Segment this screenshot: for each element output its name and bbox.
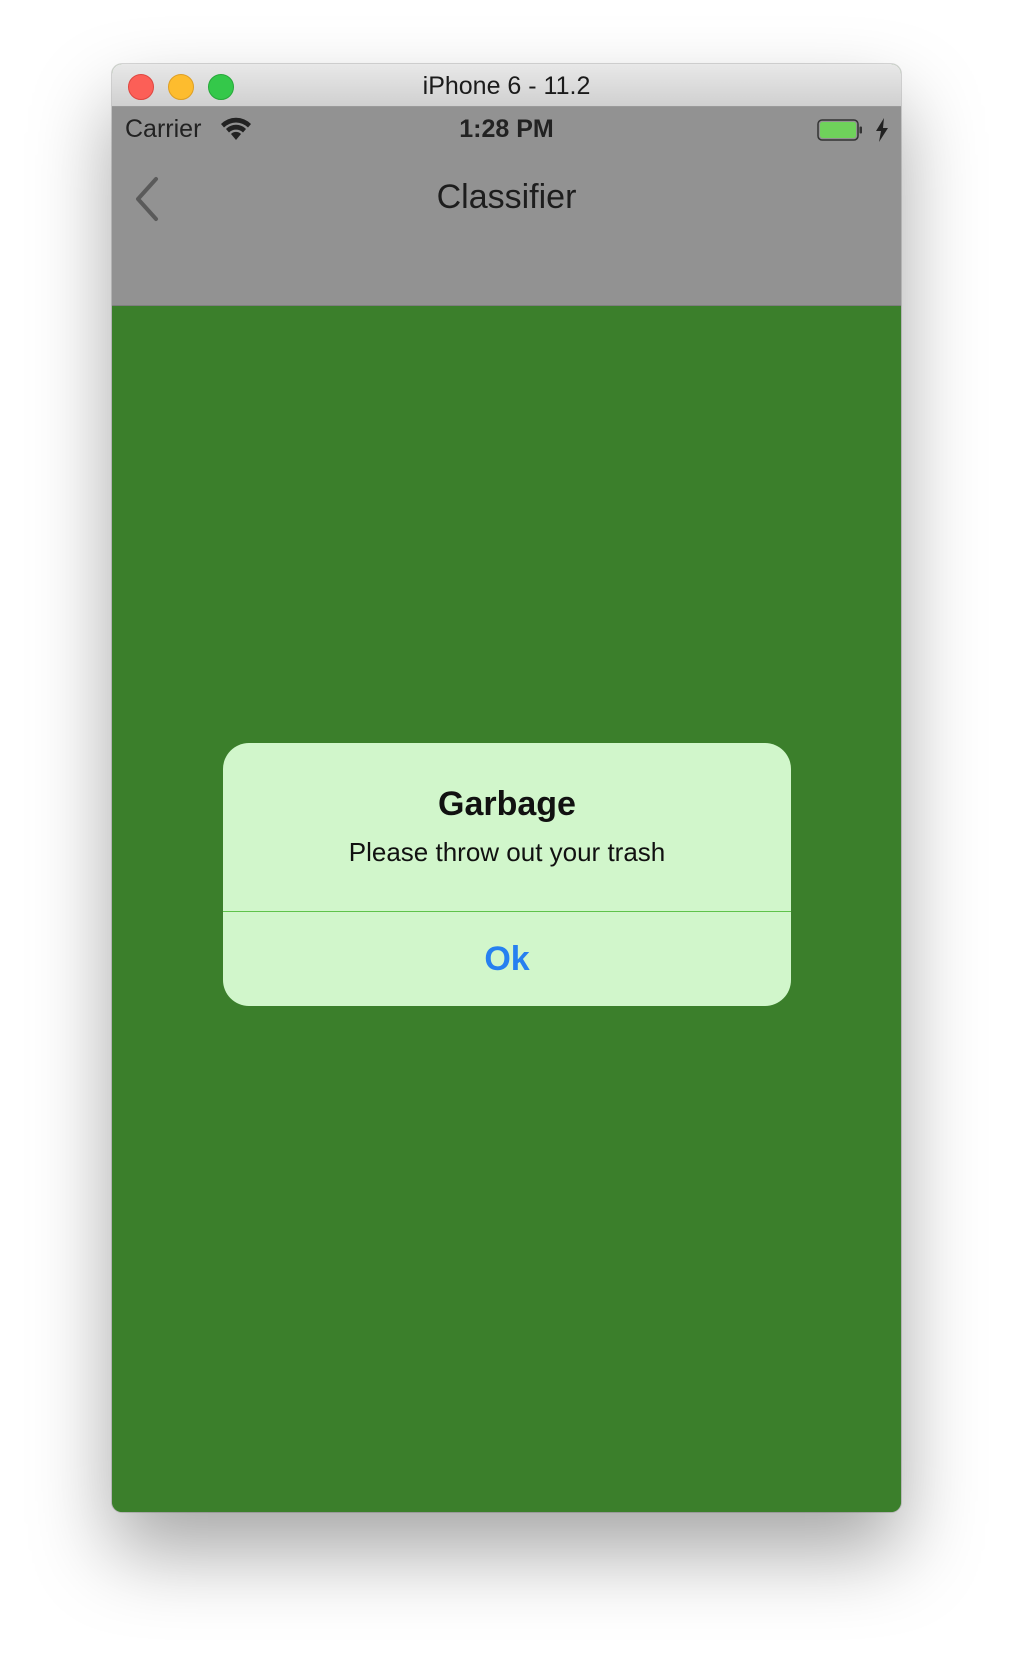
status-time: 1:28 PM <box>459 115 554 143</box>
alert-title: Garbage <box>438 785 576 823</box>
alert-message: Please throw out your trash <box>348 837 666 867</box>
simulator-window: iPhone 6 - 11.2 Carrier 1:28 PM Classifi… <box>112 64 901 1512</box>
window-title: iPhone 6 - 11.2 <box>422 72 591 100</box>
navigation-bar: Classifier <box>112 152 901 306</box>
main-content: Garbage Please throw out your trash Ok <box>112 306 901 1512</box>
ok-button[interactable]: Ok <box>223 912 791 1006</box>
alert-dialog: Garbage Please throw out your trash Ok <box>223 743 791 1006</box>
page-title: Classifier <box>436 178 577 216</box>
charging-bolt-icon <box>876 118 888 142</box>
status-bar: Carrier 1:28 PM <box>112 107 901 152</box>
window-titlebar[interactable]: iPhone 6 - 11.2 <box>112 64 901 107</box>
battery-icon <box>817 119 862 141</box>
